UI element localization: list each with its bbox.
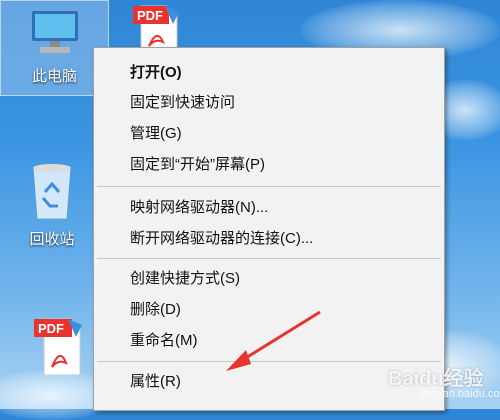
menu-item-label: 映射网络驱动器(N)... [130, 199, 269, 216]
baidu-watermark-url: jingyan.baidu.com [420, 388, 500, 400]
menu-item-label: 删除(D) [130, 301, 181, 318]
menu-item-rename[interactable]: 重命名(M) [130, 326, 430, 356]
menu-separator [97, 186, 441, 187]
menu-item-open[interactable]: 打开(O) [130, 58, 430, 88]
desktop-icon-label: 回收站 [29, 231, 75, 248]
menu-item-label: 打开(O) [130, 64, 182, 81]
context-menu: 打开(O) 固定到快速访问 管理(G) 固定到“开始”屏幕(P) 映射网络驱动器… [93, 47, 445, 411]
menu-item-properties[interactable]: 属性(R) [130, 367, 430, 397]
menu-item-label: 管理(G) [130, 125, 182, 142]
menu-item-pin-start[interactable]: 固定到“开始”屏幕(P) [130, 150, 430, 180]
menu-item-create-shortcut[interactable]: 创建快捷方式(S) [130, 264, 430, 294]
menu-item-label: 断开网络驱动器的连接(C)... [130, 230, 314, 247]
desktop-icon-label: 此电脑 [31, 68, 77, 85]
pdf-badge: PDF [137, 8, 163, 23]
desktop-icon-pdf-bottom[interactable]: PDF [28, 315, 88, 379]
menu-item-disconnect-network-drive[interactable]: 断开网络驱动器的连接(C)... [130, 224, 430, 254]
menu-item-label: 属性(R) [130, 373, 181, 390]
baidu-watermark: Baidu经验 [388, 368, 484, 390]
menu-item-label: 重命名(M) [130, 332, 198, 349]
computer-icon [31, 11, 78, 53]
menu-separator [97, 258, 441, 259]
pdf-badge: PDF [38, 321, 64, 336]
menu-item-delete[interactable]: 删除(D) [130, 295, 430, 325]
menu-item-map-network-drive[interactable]: 映射网络驱动器(N)... [130, 193, 430, 223]
desktop-icon-recycle-bin[interactable]: 回收站 [12, 162, 92, 249]
menu-item-manage[interactable]: 管理(G) [130, 119, 430, 149]
menu-item-pin-quick-access[interactable]: 固定到快速访问 [130, 88, 430, 118]
recycle-bin-icon [33, 164, 71, 219]
menu-item-label: 固定到“开始”屏幕(P) [130, 156, 265, 173]
menu-item-label: 创建快捷方式(S) [130, 270, 240, 287]
menu-item-label: 固定到快速访问 [130, 94, 236, 111]
